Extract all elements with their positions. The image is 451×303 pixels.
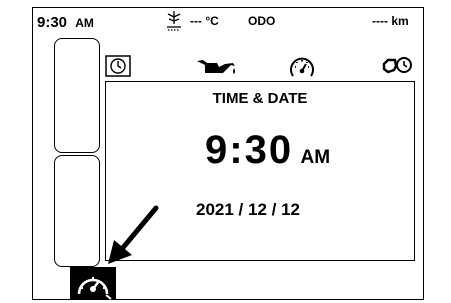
cruise-control-icon[interactable] — [70, 267, 116, 300]
panel-date: 2021 / 12 / 12 — [196, 200, 300, 219]
status-clock: 9:30 AM — [37, 14, 94, 31]
status-clock-ampm: AM — [75, 16, 94, 30]
panel-time: 9:30 AM — [205, 128, 330, 173]
panel-time-ampm: AM — [300, 147, 331, 168]
status-clock-time: 9:30 — [37, 14, 68, 31]
clock-icon[interactable] — [105, 55, 131, 77]
panel-time-value: 9:30 — [205, 128, 294, 172]
panel-title: TIME & DATE — [212, 90, 308, 107]
oil-can-icon[interactable] — [195, 55, 237, 79]
pointer-arrow-icon — [108, 205, 159, 264]
left-slot-upper — [54, 38, 100, 153]
speedometer-icon[interactable] — [288, 54, 316, 80]
status-distance: ---- km — [372, 14, 409, 28]
service-icon[interactable] — [381, 55, 413, 77]
frost-warning-icon — [167, 11, 181, 31]
status-temperature: --- °C — [190, 14, 219, 28]
left-slot-lower — [54, 155, 100, 267]
status-odo-label: ODO — [248, 14, 276, 28]
